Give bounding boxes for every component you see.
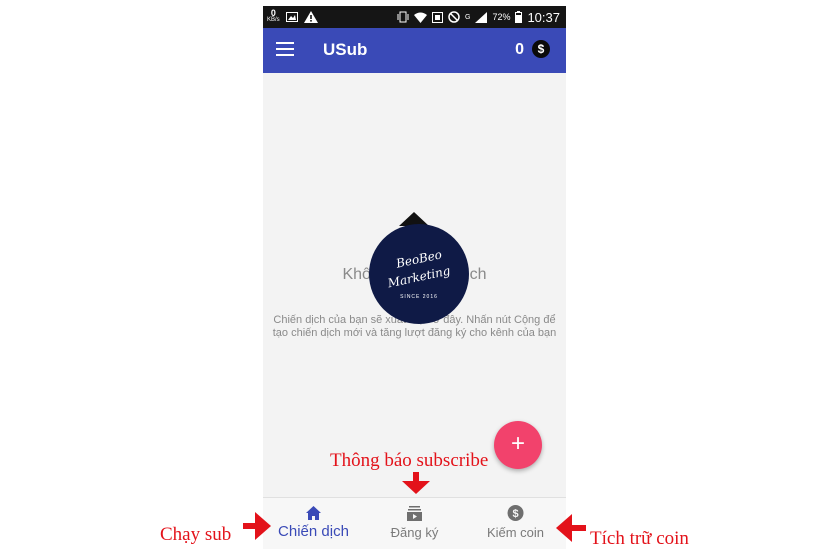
vibrate-icon bbox=[397, 11, 409, 23]
svg-text:$: $ bbox=[512, 508, 518, 520]
dollar-coin-icon: $ bbox=[507, 505, 524, 521]
logo-line-3: SINCE 2016 bbox=[400, 294, 438, 300]
warning-icon bbox=[303, 11, 318, 23]
annotation-run-sub: Chạy sub bbox=[160, 524, 232, 545]
wifi-icon bbox=[413, 12, 427, 23]
do-not-disturb-icon bbox=[448, 11, 460, 23]
battery-icon bbox=[515, 11, 523, 23]
app-title: USub bbox=[323, 40, 368, 59]
add-campaign-button[interactable]: + bbox=[494, 421, 542, 469]
coin-icon: $ bbox=[532, 40, 550, 58]
home-icon bbox=[306, 506, 321, 520]
nav-item-campaigns[interactable]: Chiến dịch bbox=[263, 498, 364, 549]
network-speed: 0 KB/s bbox=[267, 8, 280, 24]
signal-icon bbox=[475, 11, 488, 23]
nav-item-earn-coin[interactable]: $ Kiếm coin bbox=[465, 498, 566, 549]
app-bar: USub 0 $ bbox=[263, 28, 566, 73]
annotation-store-coin: Tích trữ coin bbox=[590, 528, 689, 549]
menu-icon[interactable] bbox=[276, 42, 294, 58]
network-type-label: G bbox=[464, 13, 471, 21]
arrow-down-icon bbox=[402, 472, 430, 494]
coin-count: 0 bbox=[515, 41, 524, 58]
status-bar: 0 KB/s G 72% 10:37 bbox=[263, 6, 566, 28]
battery-percent: 72% bbox=[492, 12, 511, 22]
nav-label-earn-coin: Kiếm coin bbox=[486, 525, 545, 540]
nav-label-subscriptions: Đăng ký bbox=[390, 525, 439, 540]
subscriptions-icon bbox=[407, 506, 422, 521]
watermark-logo: BeoBeo Marketing SINCE 2016 bbox=[369, 224, 469, 324]
bottom-navigation: Chiến dịch Đăng ký $ Kiếm coin bbox=[263, 497, 566, 549]
image-notification-icon bbox=[285, 12, 298, 22]
nav-item-subscriptions[interactable]: Đăng ký bbox=[364, 498, 465, 549]
arrow-right-icon bbox=[243, 512, 271, 540]
clock: 10:37 bbox=[527, 9, 560, 25]
nfc-icon bbox=[431, 11, 443, 23]
arrow-left-icon bbox=[556, 514, 586, 542]
annotation-subscribe-notification: Thông báo subscribe bbox=[330, 450, 489, 471]
nav-label-campaigns: Chiến dịch bbox=[278, 523, 349, 540]
